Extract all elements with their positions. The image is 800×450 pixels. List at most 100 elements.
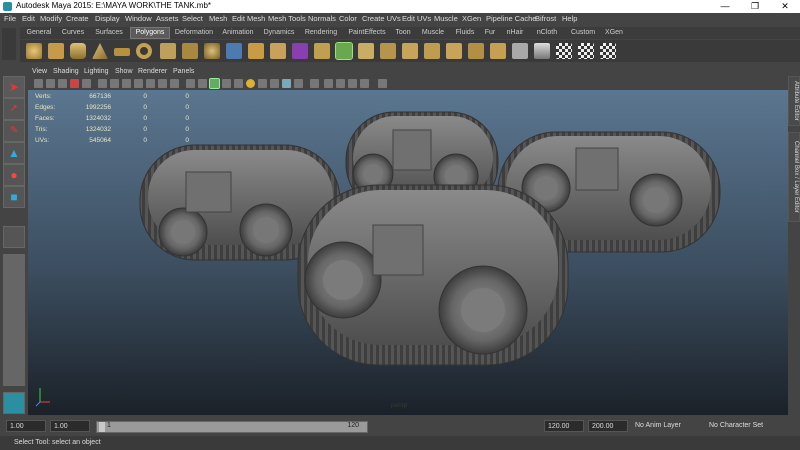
menu-edit-uvs[interactable]: Edit UVs bbox=[402, 14, 431, 23]
extrude-icon[interactable] bbox=[314, 43, 330, 59]
separate-icon[interactable] bbox=[182, 43, 198, 59]
mirror-icon[interactable] bbox=[226, 43, 242, 59]
poly-cylinder-icon[interactable] bbox=[70, 43, 86, 59]
camera-icon[interactable] bbox=[34, 79, 43, 88]
anti-aliasing-icon[interactable] bbox=[294, 79, 303, 88]
close-button[interactable]: ✕ bbox=[770, 0, 800, 13]
sculpt-icon[interactable] bbox=[292, 43, 308, 59]
merge-icon[interactable] bbox=[490, 43, 506, 59]
select-tool-icon[interactable]: ➤ bbox=[3, 76, 25, 98]
split-icon[interactable] bbox=[380, 43, 396, 59]
maximize-button[interactable]: ❐ bbox=[740, 0, 770, 13]
layout-single-icon[interactable] bbox=[3, 254, 25, 276]
tab-muscle[interactable]: Muscle bbox=[418, 28, 448, 38]
panel-menu-view[interactable]: View bbox=[32, 68, 47, 75]
paint-select-icon[interactable]: ✎ bbox=[3, 120, 25, 142]
shadows-icon[interactable] bbox=[258, 79, 267, 88]
poly-cone-icon[interactable] bbox=[92, 43, 108, 59]
cylindrical-map-icon[interactable] bbox=[534, 43, 550, 59]
camera-attributes-icon[interactable] bbox=[46, 79, 55, 88]
tab-animation[interactable]: Animation bbox=[219, 28, 257, 38]
tab-custom[interactable]: Custom bbox=[566, 28, 600, 38]
safe-action-icon[interactable] bbox=[158, 79, 167, 88]
planar-map-icon[interactable] bbox=[512, 43, 528, 59]
menu-normals[interactable]: Normals bbox=[308, 14, 336, 23]
smooth-icon[interactable] bbox=[204, 43, 220, 59]
grid-toggle-icon[interactable] bbox=[98, 79, 107, 88]
menu-mesh[interactable]: Mesh bbox=[209, 14, 227, 23]
tab-rendering[interactable]: Rendering bbox=[301, 28, 341, 38]
tab-xgen[interactable]: XGen bbox=[602, 28, 626, 38]
menu-create[interactable]: Create bbox=[66, 14, 89, 23]
image-plane-icon[interactable] bbox=[70, 79, 79, 88]
bevel-icon[interactable] bbox=[468, 43, 484, 59]
tab-toon[interactable]: Toon bbox=[392, 28, 414, 38]
tab-surfaces[interactable]: Surfaces bbox=[90, 28, 128, 38]
channel-box-tab[interactable]: Channel Box / Layer Editor bbox=[788, 132, 800, 222]
layout-graph-icon[interactable] bbox=[3, 364, 25, 386]
checker-map-icon[interactable] bbox=[556, 43, 572, 59]
append-icon[interactable] bbox=[358, 43, 374, 59]
menu-xgen[interactable]: XGen bbox=[462, 14, 481, 23]
panel-menu-panels[interactable]: Panels bbox=[173, 68, 194, 75]
tank-tread-model[interactable] bbox=[297, 184, 569, 366]
tab-polygons[interactable]: Polygons bbox=[130, 27, 170, 39]
layout-four-icon[interactable] bbox=[3, 276, 25, 298]
perspective-viewport[interactable]: Verts: 667136 0 0 Edges: 1992256 0 0 Fac… bbox=[28, 90, 788, 415]
tab-ncloth[interactable]: nCloth bbox=[532, 28, 562, 38]
tab-deformation[interactable]: Deformation bbox=[172, 28, 216, 38]
xray-active-icon[interactable] bbox=[348, 79, 357, 88]
lights-icon[interactable] bbox=[246, 79, 255, 88]
isolate-select-icon[interactable] bbox=[324, 79, 333, 88]
insert-loop-icon[interactable] bbox=[402, 43, 418, 59]
panel-menu-lighting[interactable]: Lighting bbox=[84, 68, 109, 75]
bookmark-icon[interactable] bbox=[58, 79, 67, 88]
smooth-shade-icon[interactable] bbox=[198, 79, 207, 88]
reduce-icon[interactable] bbox=[270, 43, 286, 59]
panel-menu-shading[interactable]: Shading bbox=[53, 68, 79, 75]
menu-muscle[interactable]: Muscle bbox=[434, 14, 458, 23]
menu-modify[interactable]: Modify bbox=[40, 14, 62, 23]
xray-joints-icon[interactable] bbox=[336, 79, 345, 88]
fill-hole-icon[interactable] bbox=[248, 43, 264, 59]
field-chart-icon[interactable] bbox=[146, 79, 155, 88]
offset-loop-icon[interactable] bbox=[424, 43, 440, 59]
minimize-button[interactable]: — bbox=[710, 0, 740, 13]
move-tool-icon[interactable]: ▲ bbox=[3, 142, 25, 164]
tab-fluids[interactable]: Fluids bbox=[451, 28, 479, 38]
poly-torus-icon[interactable] bbox=[136, 43, 152, 59]
xray-icon[interactable] bbox=[222, 79, 231, 88]
layout-hypershade-icon[interactable] bbox=[3, 342, 25, 364]
film-gate-icon[interactable] bbox=[110, 79, 119, 88]
rotate-tool-icon[interactable]: ● bbox=[3, 164, 25, 186]
gate-mask-icon[interactable] bbox=[134, 79, 143, 88]
menu-mesh-tools[interactable]: Mesh Tools bbox=[268, 14, 306, 23]
menu-file[interactable]: File bbox=[4, 14, 16, 23]
gamma-icon[interactable] bbox=[378, 79, 387, 88]
poly-cube-icon[interactable] bbox=[48, 43, 64, 59]
resolution-gate-icon[interactable] bbox=[122, 79, 131, 88]
playback-start-field[interactable]: 1.00 bbox=[50, 420, 90, 432]
safe-title-icon[interactable] bbox=[170, 79, 179, 88]
menu-bifrost[interactable]: Bifrost bbox=[535, 14, 556, 23]
depth-of-field-icon[interactable] bbox=[310, 79, 319, 88]
tab-curves[interactable]: Curves bbox=[58, 28, 88, 38]
menu-color[interactable]: Color bbox=[339, 14, 357, 23]
start-time-field[interactable]: 1.00 bbox=[6, 420, 46, 432]
tab-painteffects[interactable]: PaintEffects bbox=[344, 28, 390, 38]
hud-toggle-icon[interactable] bbox=[360, 79, 369, 88]
tab-general[interactable]: General bbox=[22, 28, 56, 38]
tab-dynamics[interactable]: Dynamics bbox=[260, 28, 298, 38]
wireframe-on-shaded-icon[interactable] bbox=[209, 78, 220, 89]
range-slider[interactable]: 1 120 bbox=[96, 421, 368, 433]
poly-plane-icon[interactable] bbox=[114, 48, 130, 56]
range-slider-start-handle[interactable] bbox=[99, 422, 105, 432]
wedge-icon[interactable] bbox=[446, 43, 462, 59]
menu-select[interactable]: Select bbox=[182, 14, 203, 23]
poly-sphere-icon[interactable] bbox=[26, 43, 42, 59]
two-d-pan-icon[interactable] bbox=[82, 79, 91, 88]
textures-icon[interactable] bbox=[234, 79, 243, 88]
menu-edit[interactable]: Edit bbox=[22, 14, 35, 23]
scale-tool-icon[interactable]: ■ bbox=[3, 186, 25, 208]
motion-blur-icon[interactable] bbox=[282, 79, 291, 88]
